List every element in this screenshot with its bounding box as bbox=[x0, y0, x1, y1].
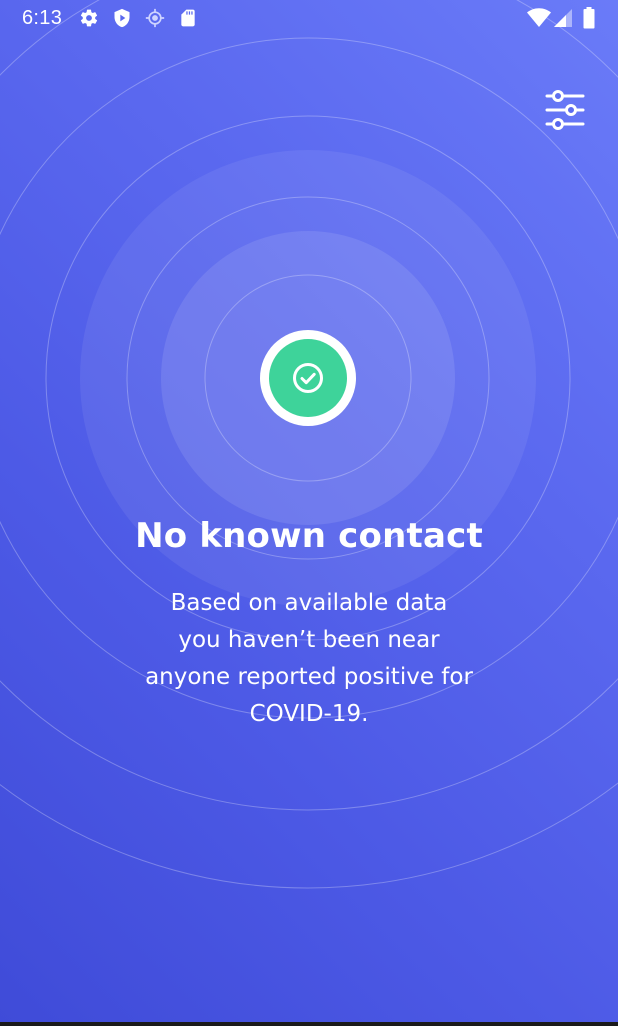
shield-icon bbox=[112, 8, 132, 28]
status-indicator-fill bbox=[269, 339, 347, 417]
settings-filter-button[interactable] bbox=[544, 88, 586, 132]
check-circle-icon bbox=[293, 363, 323, 393]
status-description: Based on available data you haven’t been… bbox=[109, 585, 509, 733]
radar-ring-6 bbox=[0, 782, 618, 889]
app-screen: 6:13 No known contact Based on available… bbox=[0, 0, 618, 1026]
status-description-line: Based on available data bbox=[170, 590, 448, 616]
status-description-line: COVID-19. bbox=[249, 701, 369, 727]
status-time: 6:13 bbox=[22, 7, 63, 29]
wifi-icon bbox=[527, 8, 551, 28]
location-icon bbox=[145, 8, 165, 28]
gear-icon bbox=[79, 8, 99, 28]
battery-icon bbox=[583, 7, 595, 29]
status-description-line: anyone reported positive for bbox=[145, 664, 473, 690]
radar-rings bbox=[0, 0, 618, 1026]
status-bar: 6:13 bbox=[0, 0, 618, 38]
status-description-line: you haven’t been near bbox=[178, 627, 440, 653]
sliders-icon bbox=[545, 90, 585, 130]
cell-signal-icon bbox=[553, 8, 573, 28]
status-title: No known contact bbox=[135, 516, 483, 556]
status-indicator bbox=[260, 330, 356, 426]
sd-card-icon bbox=[178, 8, 198, 28]
screen-bottom-edge bbox=[0, 1022, 618, 1026]
